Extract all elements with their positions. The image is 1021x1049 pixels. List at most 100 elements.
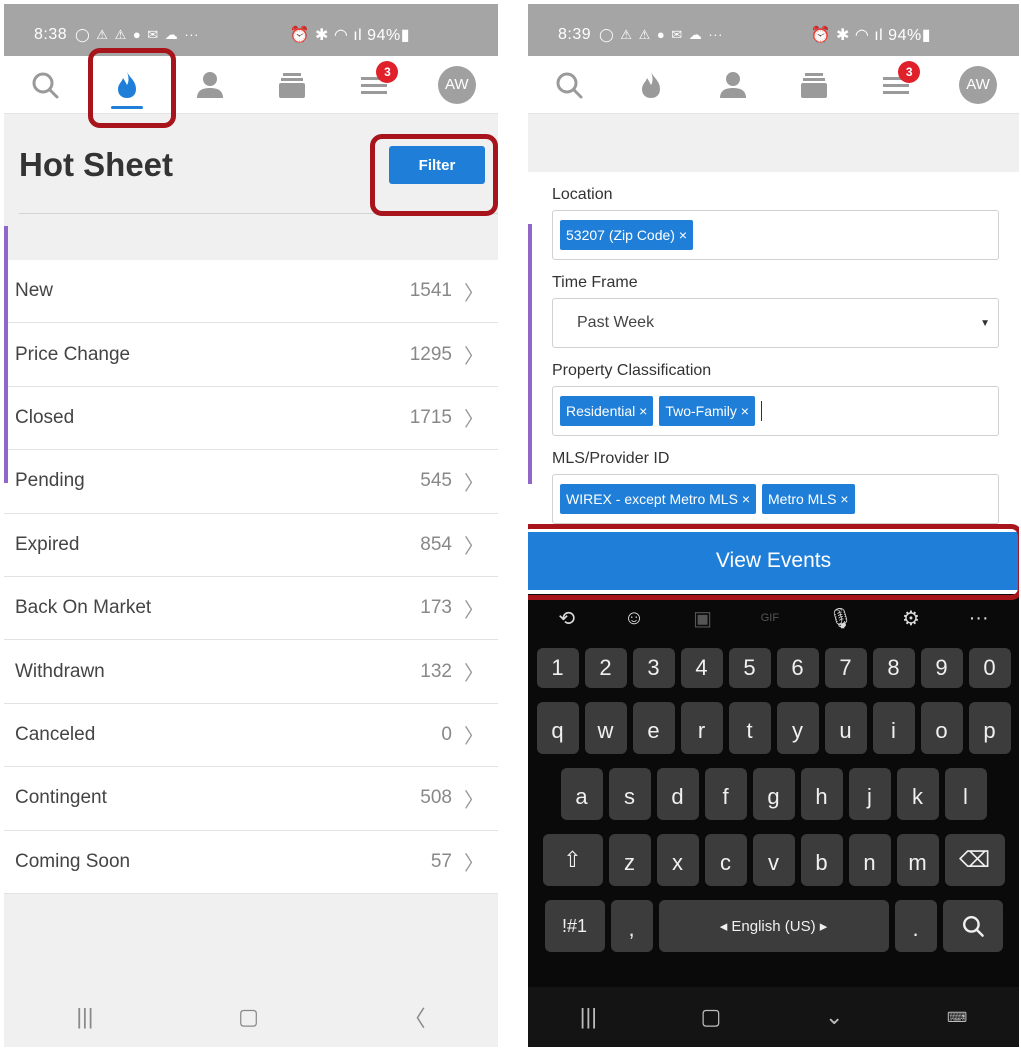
mls-input[interactable]: WIREX - except Metro MLS × Metro MLS × — [552, 474, 999, 524]
list-item-count: 854 — [420, 533, 452, 555]
key[interactable]: d — [656, 768, 699, 820]
list-item[interactable]: Price Change 1295 〉 — [4, 323, 498, 387]
space-key[interactable]: ◂ English (US) ▸ — [658, 900, 889, 952]
key[interactable]: t — [728, 702, 771, 754]
list-item-label: Expired — [15, 533, 80, 555]
key[interactable]: v — [752, 834, 795, 886]
key[interactable]: i — [872, 702, 915, 754]
status-battery: ⏰ ✱ ◠ ıl 94%▮ — [810, 27, 931, 44]
key[interactable]: n — [848, 834, 891, 886]
nav-listings[interactable] — [784, 57, 844, 113]
location-input[interactable]: 53207 (Zip Code) × — [552, 210, 999, 260]
recent-apps-icon[interactable]: ||| — [76, 1004, 93, 1030]
list-item-count: 1295 — [409, 343, 452, 365]
list-item[interactable]: Pending 545 〉 — [4, 450, 498, 514]
key[interactable]: k — [896, 768, 939, 820]
key[interactable]: 1 — [536, 648, 579, 688]
key[interactable]: y — [776, 702, 819, 754]
list-item[interactable]: Closed 1715 〉 — [4, 387, 498, 451]
key[interactable]: 5 — [728, 648, 771, 688]
timeframe-value: Past Week — [577, 314, 655, 331]
nav-account[interactable]: AW — [427, 57, 487, 113]
key[interactable]: m — [896, 834, 939, 886]
key[interactable]: f — [704, 768, 747, 820]
list-item[interactable]: Coming Soon 57 〉 — [4, 831, 498, 894]
gif-icon[interactable]: GIF — [761, 612, 779, 624]
comma-key[interactable]: , — [610, 900, 653, 952]
home-icon[interactable]: ▢ — [701, 1004, 722, 1030]
recent-apps-icon[interactable]: ||| — [580, 1004, 597, 1030]
key[interactable]: e — [632, 702, 675, 754]
key[interactable]: s — [608, 768, 651, 820]
list-item[interactable]: Withdrawn 132 〉 — [4, 640, 498, 704]
hot-sheet-header: Hot Sheet Filter — [4, 114, 498, 214]
mls-tag[interactable]: Metro MLS × — [762, 484, 855, 514]
key[interactable]: 2 — [584, 648, 627, 688]
key[interactable]: 7 — [824, 648, 867, 688]
key[interactable]: 3 — [632, 648, 675, 688]
more-icon[interactable]: ··· — [969, 607, 989, 630]
key[interactable]: g — [752, 768, 795, 820]
classification-tag[interactable]: Residential × — [560, 396, 654, 426]
classification-tag[interactable]: Two-Family × — [659, 396, 755, 426]
shift-key[interactable]: ⇧ — [542, 834, 603, 886]
list-item[interactable]: Canceled 0 〉 — [4, 704, 498, 768]
key[interactable]: h — [800, 768, 843, 820]
timeframe-select[interactable]: Past Week ▼ — [552, 298, 999, 348]
hide-keyboard-icon[interactable]: ⌄ — [825, 1004, 843, 1030]
filter-button[interactable]: Filter — [389, 146, 485, 184]
key[interactable]: r — [680, 702, 723, 754]
key[interactable]: 8 — [872, 648, 915, 688]
nav-account[interactable]: AW — [948, 57, 1008, 113]
nav-contacts[interactable] — [703, 57, 763, 113]
nav-hot-sheet[interactable] — [621, 57, 681, 113]
nav-listings[interactable] — [262, 57, 322, 113]
emoji-icon[interactable]: ☺ — [624, 607, 644, 630]
gear-icon[interactable]: ⚙ — [902, 606, 920, 631]
key[interactable]: z — [608, 834, 651, 886]
translate-icon[interactable]: ⟲ — [558, 606, 575, 631]
key[interactable]: o — [920, 702, 963, 754]
key[interactable]: q — [536, 702, 579, 754]
nav-contacts[interactable] — [180, 57, 240, 113]
nav-notifications[interactable]: 3 — [866, 57, 926, 113]
list-item-label: Canceled — [15, 723, 96, 745]
key[interactable]: x — [656, 834, 699, 886]
search-key[interactable] — [942, 900, 1003, 952]
nav-search[interactable] — [539, 57, 599, 113]
microphone-icon[interactable]: 🎙 — [828, 606, 853, 631]
view-events-button[interactable]: View Events — [528, 532, 1019, 590]
nav-hot-sheet[interactable] — [97, 57, 157, 113]
key[interactable]: 6 — [776, 648, 819, 688]
nav-notifications[interactable]: 3 — [344, 57, 404, 113]
backspace-key[interactable]: ⌫ — [944, 834, 1005, 886]
mls-tag[interactable]: WIREX - except Metro MLS × — [560, 484, 756, 514]
scroll-indicator — [4, 226, 8, 483]
symbols-key[interactable]: !#1 — [544, 900, 605, 952]
search-icon — [962, 916, 984, 937]
period-key[interactable]: . — [894, 900, 937, 952]
key[interactable]: p — [968, 702, 1011, 754]
key[interactable]: c — [704, 834, 747, 886]
home-icon[interactable]: ▢ — [238, 1004, 259, 1030]
key[interactable]: j — [848, 768, 891, 820]
key[interactable]: b — [800, 834, 843, 886]
location-tag[interactable]: 53207 (Zip Code) × — [560, 220, 694, 250]
key[interactable]: 0 — [968, 648, 1011, 688]
key[interactable]: 9 — [920, 648, 963, 688]
sticker-icon[interactable]: ▣ — [693, 606, 712, 631]
list-item[interactable]: Contingent 508 〉 — [4, 767, 498, 831]
classification-input[interactable]: Residential × Two-Family × — [552, 386, 999, 436]
key[interactable]: w — [584, 702, 627, 754]
list-item[interactable]: New 1541 〉 — [4, 260, 498, 324]
key[interactable]: l — [944, 768, 987, 820]
keyboard-toolbar: ⟲ ☺ ▣ GIF 🎙 ⚙ ··· — [528, 594, 1019, 642]
nav-search[interactable] — [15, 57, 75, 113]
key[interactable]: a — [560, 768, 603, 820]
back-icon[interactable]: 〈 — [404, 1001, 426, 1033]
list-item[interactable]: Back On Market 173 〉 — [4, 577, 498, 641]
list-item[interactable]: Expired 854 〉 — [4, 514, 498, 577]
key[interactable]: u — [824, 702, 867, 754]
keyboard-icon[interactable]: ⌨ — [947, 1009, 967, 1026]
key[interactable]: 4 — [680, 648, 723, 688]
